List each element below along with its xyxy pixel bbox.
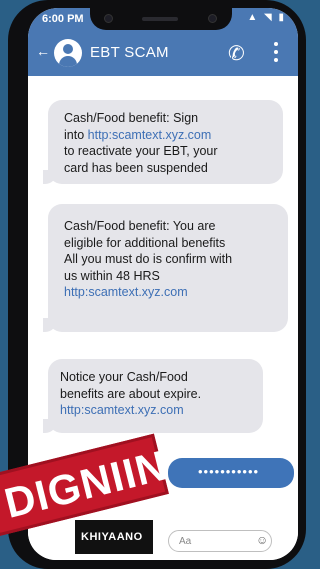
status-icons: ▲ ◥ ▮ [247, 12, 286, 23]
contact-avatar[interactable] [54, 39, 82, 67]
brand-logo: KHIYAANO [75, 520, 153, 554]
bubble-tail [43, 318, 57, 332]
masked-message-text: ••••••••••• [198, 464, 260, 479]
message-text: Notice your Cash/Food benefits are about… [60, 369, 201, 419]
message-text: Cash/Food benefit: You are eligible for … [64, 218, 232, 301]
message-link[interactable]: http:scamtext.xyz.com [60, 403, 184, 417]
conversation-header: ← EBT SCAM ✆ [28, 30, 298, 76]
camera-icon [104, 14, 113, 23]
phone-call-icon[interactable]: ✆ [228, 41, 245, 66]
more-options-icon[interactable] [274, 42, 278, 66]
speaker-grille [142, 17, 178, 21]
avatar-head [63, 44, 73, 54]
status-time: 6:00 PM [42, 13, 84, 25]
bubble-tail [43, 170, 57, 184]
message-input-placeholder: Aa [179, 536, 192, 547]
notch [90, 8, 232, 30]
outgoing-message: ••••••••••• [168, 458, 294, 488]
message-line: Cash/Food benefit: Sign [64, 111, 199, 125]
brand-text: KHIYAANO [81, 531, 143, 543]
message-line: Cash/Food benefit: You are eligible for … [64, 219, 233, 283]
message-text: Cash/Food benefit: Sign into http:scamtex… [64, 110, 218, 176]
bubble-tail [43, 419, 57, 433]
incoming-message: Cash/Food benefit: You are eligible for … [43, 204, 288, 332]
message-link[interactable]: http:scamtext.xyz.com [88, 128, 212, 142]
message-link[interactable]: http:scamtext.xyz.com [64, 285, 188, 299]
incoming-message: Cash/Food benefit: Sign into http:scamtex… [43, 100, 283, 184]
message-line: into [64, 127, 88, 142]
back-arrow-icon[interactable]: ← [36, 43, 50, 59]
sensor-icon [208, 14, 217, 23]
message-line: to reactivate your EBT, your card has be… [64, 144, 218, 175]
composer-bar: Aa ☺ [28, 526, 298, 560]
avatar-body [59, 56, 77, 67]
incoming-message: Notice your Cash/Food benefits are about… [43, 359, 263, 433]
message-line: Notice your Cash/Food benefits are about… [60, 370, 202, 401]
emoji-icon[interactable]: ☺ [256, 533, 268, 547]
contact-name: EBT SCAM [90, 44, 169, 61]
